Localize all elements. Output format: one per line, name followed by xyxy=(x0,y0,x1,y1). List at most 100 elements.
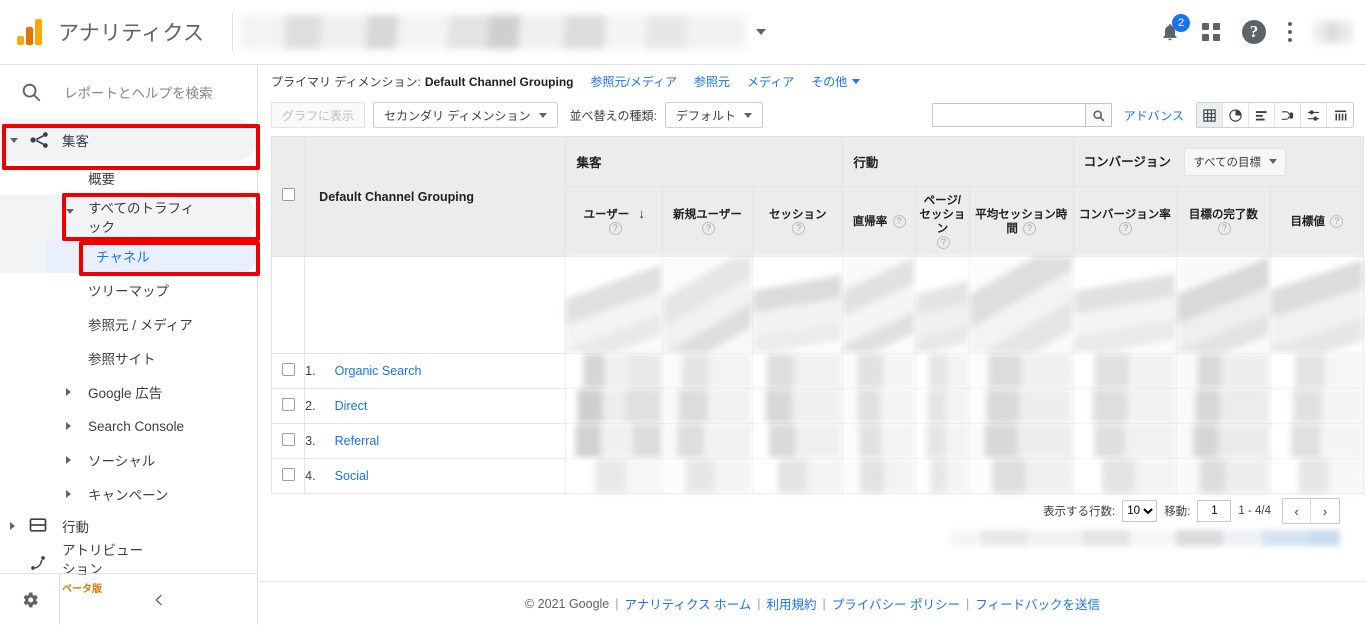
main-content: プライマリ ディメンション: Default Channel Grouping … xyxy=(259,65,1366,625)
kebab-menu-icon[interactable] xyxy=(1288,22,1292,42)
primary-dimension-active[interactable]: Default Channel Grouping xyxy=(425,75,574,89)
dimension-link-medium[interactable]: メディア xyxy=(747,73,794,90)
table-row[interactable]: 2. Direct xyxy=(270,388,1365,424)
row-checkbox-cell[interactable] xyxy=(270,388,306,424)
dimension-link-source-medium[interactable]: 参照元/メディア xyxy=(591,73,678,90)
sidebar-search[interactable]: レポートとヘルプを検索 xyxy=(0,65,257,119)
dimension-link-source[interactable]: 参照元 xyxy=(694,73,730,90)
dimension-header[interactable]: Default Channel Grouping xyxy=(304,136,567,257)
row-channel-link[interactable]: Organic Search xyxy=(335,364,422,378)
help-icon[interactable]: ? xyxy=(1023,221,1037,235)
apps-grid-icon[interactable] xyxy=(1202,23,1220,41)
column-header-goal-value[interactable]: 目標値 ? xyxy=(1269,186,1365,257)
column-header-pages-per-session[interactable]: ページ/セッション ? xyxy=(914,186,970,257)
gear-icon[interactable] xyxy=(0,574,60,625)
column-header-new-users[interactable]: 新規ユーザー ? xyxy=(661,186,754,257)
help-icon[interactable]: ? xyxy=(936,235,950,249)
product-logo-area[interactable]: アナリティクス xyxy=(0,17,232,47)
bar-view-icon[interactable] xyxy=(1249,103,1275,127)
row-channel-link[interactable]: Social xyxy=(335,469,369,483)
row-checkbox[interactable] xyxy=(281,398,295,411)
rows-per-page-select[interactable]: 10 xyxy=(1122,500,1158,522)
footer-separator: | xyxy=(615,596,619,611)
sidebar-item-behavior[interactable]: 行動 xyxy=(0,511,257,541)
table-search-button[interactable] xyxy=(1084,104,1111,126)
pivot-view-icon[interactable] xyxy=(1327,103,1353,127)
sidebar-item-social[interactable]: ソーシャル xyxy=(0,443,257,477)
table-search[interactable] xyxy=(931,103,1112,127)
dimension-link-other[interactable]: その他 xyxy=(811,73,861,90)
help-icon[interactable]: ? xyxy=(608,222,622,236)
row-channel-link[interactable]: Referral xyxy=(335,434,379,448)
row-checkbox[interactable] xyxy=(281,468,295,481)
help-icon[interactable]: ? xyxy=(892,214,906,228)
chevron-left-icon[interactable]: ‹ xyxy=(1283,499,1311,523)
plot-rows-button[interactable]: グラフに表示 xyxy=(271,102,366,128)
sidebar-item-all-traffic[interactable]: すべてのトラフィック xyxy=(0,195,257,239)
footer-link-privacy[interactable]: プライバシー ポリシー xyxy=(832,594,960,613)
help-circle-icon[interactable]: ? xyxy=(1242,20,1266,44)
arrow-down-icon: ↓ xyxy=(638,206,645,221)
sidebar-item-treemap[interactable]: ツリーマップ xyxy=(0,273,257,307)
sort-type-select[interactable]: デフォルト xyxy=(664,102,763,128)
chevron-down-icon xyxy=(10,137,18,143)
sidebar-item-campaigns[interactable]: キャンペーン xyxy=(0,477,257,511)
sidebar-item-acquisition[interactable]: 集客 xyxy=(0,119,257,161)
help-icon[interactable]: ? xyxy=(1119,221,1133,235)
row-checkbox[interactable] xyxy=(281,433,295,446)
avatar[interactable] xyxy=(1314,21,1352,43)
column-header-goal-completions[interactable]: 目標の完了数 ? xyxy=(1176,186,1271,257)
row-checkbox-cell[interactable] xyxy=(270,353,306,389)
column-header-sessions[interactable]: セッション ? xyxy=(752,186,844,257)
sidebar-collapse-button[interactable] xyxy=(60,574,258,625)
chevron-right-icon[interactable]: › xyxy=(1311,499,1339,523)
row-channel-link[interactable]: Direct xyxy=(335,399,368,413)
select-all-cell[interactable] xyxy=(270,136,306,257)
chevron-right-icon xyxy=(66,422,71,430)
column-header-bounce-rate[interactable]: 直帰率 ? xyxy=(842,186,916,257)
goto-page-input[interactable] xyxy=(1197,500,1232,522)
table-view-icon[interactable] xyxy=(1197,103,1223,127)
pagination-range: 1 - 4/4 xyxy=(1238,505,1271,517)
footer-link-terms[interactable]: 利用規約 xyxy=(767,594,817,613)
sidebar-item-google-ads[interactable]: Google 広告 xyxy=(0,375,257,409)
select-all-checkbox[interactable] xyxy=(281,187,295,201)
help-icon[interactable]: ? xyxy=(702,221,716,235)
flow-view-icon[interactable] xyxy=(1275,103,1301,127)
chevron-right-icon xyxy=(66,490,71,498)
chevron-down-icon xyxy=(1269,159,1278,164)
goal-selector[interactable]: すべての目標 xyxy=(1184,147,1287,176)
row-index: 3. xyxy=(305,434,316,448)
footer-link-feedback[interactable]: フィードバックを送信 xyxy=(975,594,1100,613)
help-icon[interactable]: ? xyxy=(1330,214,1344,228)
secondary-dimension-button[interactable]: セカンダリ ディメンション xyxy=(373,102,558,128)
row-checkbox[interactable] xyxy=(281,363,295,376)
column-header-users[interactable]: ユーザー ↓ ? xyxy=(565,186,663,257)
comparison-view-icon[interactable] xyxy=(1301,103,1327,127)
goal-selector-value: すべての目標 xyxy=(1193,156,1262,169)
row-checkbox-cell[interactable] xyxy=(270,423,306,459)
advanced-filter-link[interactable]: アドバンス xyxy=(1124,107,1184,124)
column-header-conversion-rate[interactable]: コンバージョン率 ? xyxy=(1072,186,1178,257)
help-icon[interactable]: ? xyxy=(792,221,806,235)
chevron-down-icon[interactable] xyxy=(756,29,766,35)
sidebar-item-search-console[interactable]: Search Console xyxy=(0,409,257,443)
sidebar-item-referrals[interactable]: 参照サイト xyxy=(0,341,257,375)
sidebar-nav: レポートとヘルプを検索 集客 概要 すべてのトラフィック チャネル ツリーマップ… xyxy=(0,65,258,625)
table-row[interactable]: 3. Referral xyxy=(270,423,1365,459)
row-checkbox-cell[interactable] xyxy=(270,458,306,494)
property-selector[interactable] xyxy=(241,8,766,56)
bell-icon[interactable]: 2 xyxy=(1160,14,1190,43)
table-row[interactable]: 4. Social xyxy=(270,458,1365,494)
footer-link-home[interactable]: アナリティクス ホーム xyxy=(625,594,752,613)
help-icon[interactable]: ? xyxy=(1217,221,1231,235)
secondary-dimension-label: セカンダリ ディメンション xyxy=(384,108,531,123)
footer-separator: | xyxy=(757,596,761,611)
sidebar-item-source-medium[interactable]: 参照元 / メディア xyxy=(0,307,257,341)
table-search-input[interactable] xyxy=(932,104,1085,126)
column-header-avg-session-duration[interactable]: 平均セッション時間 ? xyxy=(968,186,1074,257)
pie-view-icon[interactable] xyxy=(1223,103,1249,127)
sidebar-item-overview[interactable]: 概要 xyxy=(0,161,257,195)
table-row[interactable]: 1. Organic Search xyxy=(270,353,1365,389)
summary-dimension-cell xyxy=(304,256,567,354)
